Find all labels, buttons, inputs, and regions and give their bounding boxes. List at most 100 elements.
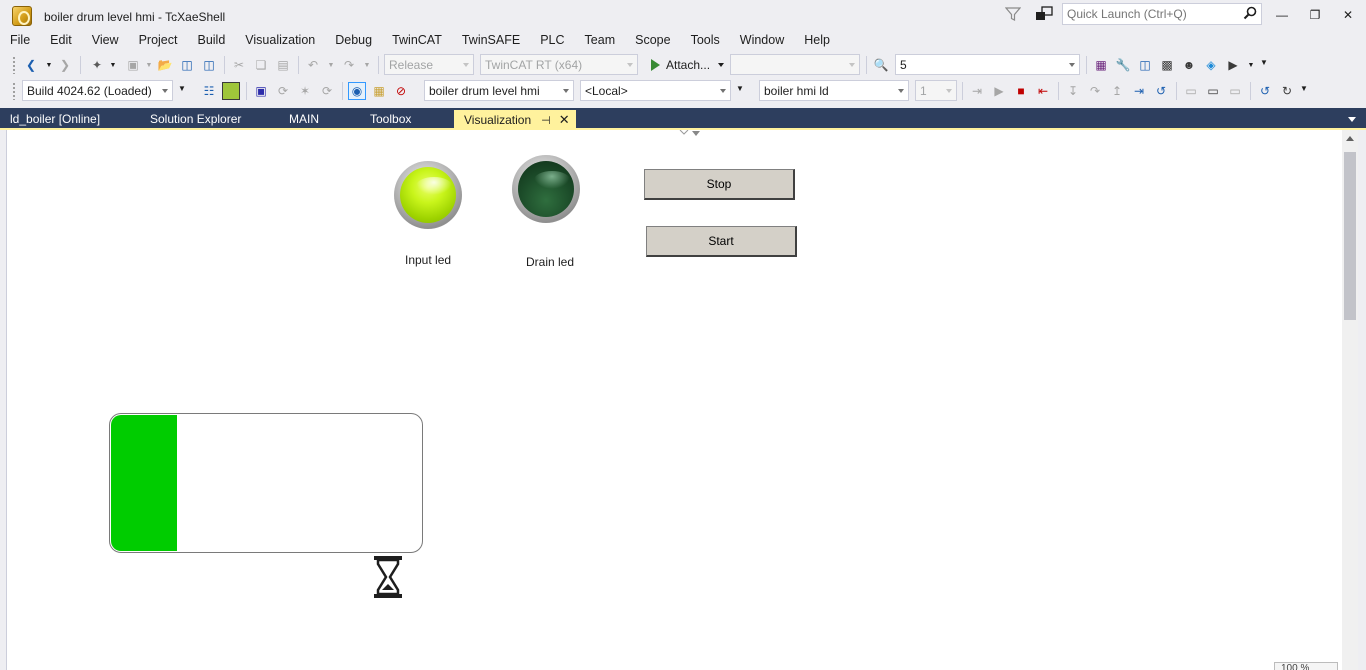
menu-twincat[interactable]: TwinCAT xyxy=(382,30,452,52)
menu-visualization[interactable]: Visualization xyxy=(235,30,325,52)
logout-icon[interactable]: ⇤ xyxy=(1034,82,1052,100)
menu-tools[interactable]: Tools xyxy=(681,30,730,52)
notification-filter-icon[interactable] xyxy=(1005,6,1021,22)
activate-configuration-icon[interactable] xyxy=(222,82,240,100)
terminal-icon[interactable]: ▶ xyxy=(1224,56,1242,74)
toolbar-separator xyxy=(1176,82,1177,100)
toolbar-overflow-icon[interactable]: ▼ xyxy=(1260,59,1268,72)
new-project-dropdown-icon[interactable]: ▼ xyxy=(104,56,122,74)
stop-icon[interactable]: ■ xyxy=(1012,82,1030,100)
instance-select: 1 xyxy=(915,80,957,101)
undo-icon: ↶ xyxy=(307,58,319,72)
project-value: boiler drum level hmi xyxy=(429,84,540,98)
vs-solution-icon[interactable]: ▦ xyxy=(1092,56,1110,74)
input-led-shine xyxy=(416,177,452,195)
minimize-button[interactable]: — xyxy=(1268,4,1296,26)
toolbar-overflow-icon[interactable]: ▼ xyxy=(736,85,744,98)
tab-visualization[interactable]: Visualization ⊣ ✕ xyxy=(454,110,576,130)
tab-visualization-label: Visualization xyxy=(464,113,532,127)
quick-launch-box[interactable] xyxy=(1062,3,1262,25)
twincat-toolbar: Build 4024.62 (Loaded) ▼ ☷ ▣ ⟳ ✶ ⟳ ◉ ▦ ⊘… xyxy=(0,78,1366,104)
tab-toolbox[interactable]: Toolbox xyxy=(360,110,421,130)
tab-ld-boiler[interactable]: ld_boiler [Online] xyxy=(0,110,110,130)
forward-icon: ❯ xyxy=(59,58,71,72)
reset-icon[interactable]: ↺ xyxy=(1152,82,1170,100)
zoom-level[interactable]: 100 % xyxy=(1274,662,1338,670)
undo-online-icon[interactable]: ↺ xyxy=(1256,82,1274,100)
build-version-select[interactable]: Build 4024.62 (Loaded) xyxy=(22,80,173,101)
find-in-files-icon[interactable]: 🔍 xyxy=(872,56,890,74)
toolbar-separator xyxy=(866,56,867,74)
save-all-icon[interactable]: ◫ xyxy=(200,56,218,74)
menu-project[interactable]: Project xyxy=(129,30,188,52)
search-icon[interactable] xyxy=(1243,6,1257,20)
save-icon[interactable]: ◫ xyxy=(178,56,196,74)
restore-button[interactable]: ❐ xyxy=(1301,4,1329,26)
network-icon[interactable]: ☷ xyxy=(200,82,218,100)
standard-toolbar: ❮ ▼ ❯ ✦ ▼ ▣ ▼ 📂 ◫ ◫ ✂ ❏ ▤ ↶ ▼ ↷ ▼ Releas… xyxy=(0,52,1366,78)
vertical-scrollbar[interactable] xyxy=(1342,130,1358,670)
target-system-select[interactable]: <Local> xyxy=(580,80,731,101)
find-combo[interactable]: 5 xyxy=(895,54,1080,75)
chevron-down-icon xyxy=(898,89,904,93)
find-value: 5 xyxy=(900,58,907,72)
close-tab-icon[interactable]: ✕ xyxy=(559,110,570,129)
redo-online-icon[interactable]: ↻ xyxy=(1278,82,1296,100)
users-icon[interactable]: ☻ xyxy=(1180,56,1198,74)
menu-build[interactable]: Build xyxy=(187,30,235,52)
target-browser-icon[interactable]: ▦ xyxy=(370,82,388,100)
scan-icon: ✶ xyxy=(299,84,311,98)
toolbar-separator xyxy=(1250,82,1251,100)
project-select[interactable]: boiler drum level hmi xyxy=(424,80,574,101)
tab-main[interactable]: MAIN xyxy=(279,110,329,130)
menu-debug[interactable]: Debug xyxy=(325,30,382,52)
restart-icon[interactable]: ▣ xyxy=(252,82,270,100)
toggle-breakpoint-icon[interactable]: ⊘ xyxy=(392,82,410,100)
toolbar-separator xyxy=(246,82,247,100)
browser-icon[interactable]: ◈ xyxy=(1202,56,1220,74)
back-icon[interactable]: ❮ xyxy=(22,56,40,74)
attach-button[interactable]: Attach... xyxy=(648,56,725,74)
menu-team[interactable]: Team xyxy=(575,30,626,52)
toolbar-separator xyxy=(1086,56,1087,74)
menu-view[interactable]: View xyxy=(82,30,129,52)
scrollbar-thumb[interactable] xyxy=(1344,152,1356,320)
force-values-icon[interactable]: ▭ xyxy=(1204,82,1222,100)
toolbar-overflow-icon[interactable]: ▼ xyxy=(178,85,186,98)
toolbar-grip[interactable] xyxy=(12,56,16,74)
show-next-statement-icon[interactable]: ⇥ xyxy=(1130,82,1148,100)
drum-level-bar xyxy=(109,413,423,553)
toolbox-icon[interactable]: ▩ xyxy=(1158,56,1176,74)
menu-help[interactable]: Help xyxy=(794,30,840,52)
plc-project-select[interactable]: boiler hmi ld xyxy=(759,80,909,101)
terminal-dropdown-icon[interactable]: ▼ xyxy=(1242,56,1260,74)
tab-solution-explorer[interactable]: Solution Explorer xyxy=(140,110,251,130)
wrench-icon[interactable]: 🔧 xyxy=(1114,56,1132,74)
quick-launch-input[interactable] xyxy=(1063,4,1239,24)
redo-dropdown-icon: ▼ xyxy=(363,61,371,69)
toolbar-separator xyxy=(342,82,343,100)
drain-led-label: Drain led xyxy=(526,255,575,269)
toolbar-overflow-icon[interactable]: ▼ xyxy=(1300,85,1308,98)
menu-window[interactable]: Window xyxy=(730,30,794,52)
stop-button[interactable]: Stop xyxy=(644,169,795,200)
menu-edit[interactable]: Edit xyxy=(40,30,82,52)
menu-twinsafe[interactable]: TwinSAFE xyxy=(452,30,530,52)
show-online-icon[interactable]: ◉ xyxy=(348,82,366,100)
tab-overflow-icon[interactable] xyxy=(1348,117,1356,122)
copy-icon: ❏ xyxy=(255,58,267,72)
screen-icon[interactable]: ◫ xyxy=(1136,56,1154,74)
menu-file[interactable]: File xyxy=(0,30,40,52)
menu-scope[interactable]: Scope xyxy=(625,30,680,52)
splitter-handle-icon[interactable] xyxy=(676,130,704,138)
toolbar-grip[interactable] xyxy=(12,82,16,100)
scroll-up-icon[interactable] xyxy=(1346,136,1354,141)
close-button[interactable]: ✕ xyxy=(1334,4,1362,26)
undo-dropdown-icon: ▼ xyxy=(327,61,335,69)
menu-plc[interactable]: PLC xyxy=(530,30,574,52)
open-file-icon[interactable]: 📂 xyxy=(156,56,174,74)
live-share-icon[interactable] xyxy=(1035,6,1053,22)
start-button[interactable]: Start xyxy=(646,226,797,257)
input-led-lamp xyxy=(400,167,456,223)
visualization-editor: Input led Drain led Stop Start 100 % xyxy=(6,130,1358,670)
